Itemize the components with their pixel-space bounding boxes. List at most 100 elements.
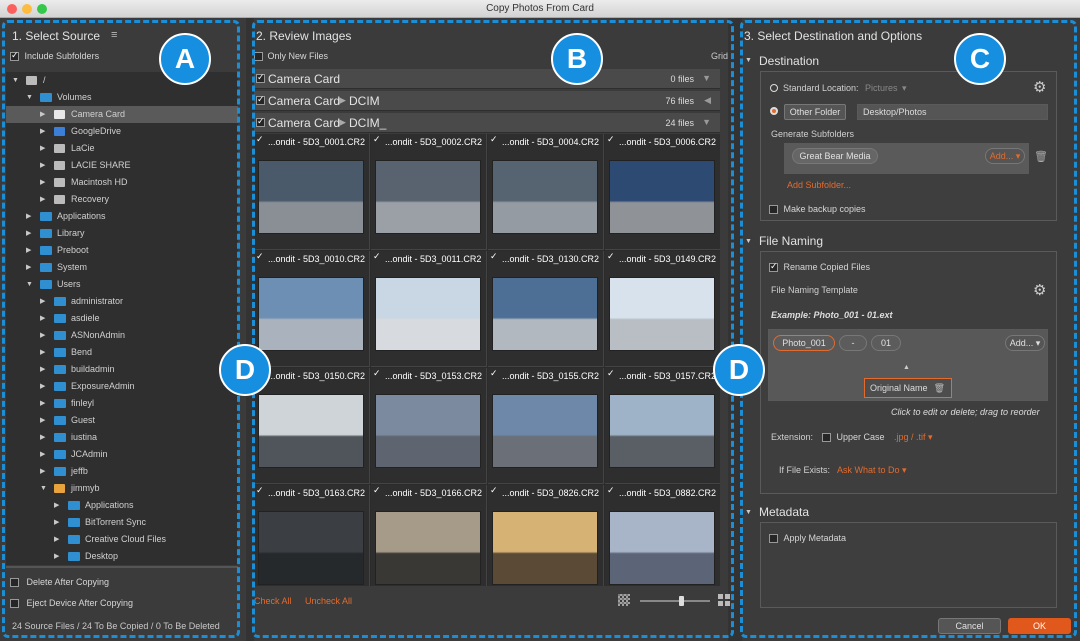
image-thumbnail[interactable]	[375, 394, 481, 468]
group-toggle-icon[interactable]: ◀	[704, 95, 711, 106]
tree-item[interactable]: ▶ Guest	[6, 412, 238, 429]
subfolder-add-button[interactable]: Add... ▾	[985, 148, 1025, 164]
image-cell[interactable]: ...ondit - 5D3_0002.CR2	[371, 134, 487, 250]
disclosure-closed-icon[interactable]: ▶	[40, 446, 45, 463]
tree-item[interactable]: ▶ Library	[6, 225, 238, 242]
image-checkbox[interactable]	[373, 485, 382, 497]
image-cell[interactable]: ...ondit - 5D3_0150.CR2	[254, 368, 370, 484]
destination-path-field[interactable]: Desktop/Photos	[857, 104, 1048, 120]
standard-location-radio[interactable]	[770, 84, 778, 92]
group-header[interactable]: Camera Card▶DCIM 76 files ◀	[254, 91, 720, 111]
image-thumbnail[interactable]	[492, 394, 598, 468]
include-subfolders-option[interactable]: Include Subfolders	[10, 50, 99, 62]
image-checkbox[interactable]	[490, 368, 499, 380]
tree-item[interactable]: ▶ ASNonAdmin	[6, 327, 238, 344]
image-checkbox[interactable]	[256, 251, 265, 263]
group-toggle-icon[interactable]: ▼	[702, 73, 711, 83]
minimize-window-button[interactable]	[22, 4, 32, 14]
gear-icon[interactable]: ⚙	[1033, 78, 1046, 96]
only-new-files-option[interactable]: Only New Files	[254, 51, 328, 62]
image-thumbnail[interactable]	[375, 277, 481, 351]
tree-item[interactable]: ▶ BitTorrent Sync	[6, 514, 238, 531]
tree-item[interactable]: ▼ Users	[6, 276, 238, 293]
disclosure-closed-icon[interactable]: ▶	[26, 208, 31, 225]
image-checkbox[interactable]	[607, 251, 616, 263]
image-checkbox[interactable]	[373, 134, 382, 146]
add-subfolder-link[interactable]: Add Subfolder...	[787, 180, 851, 190]
image-checkbox[interactable]	[607, 134, 616, 146]
rename-checkbox[interactable]	[769, 261, 778, 273]
image-thumbnail[interactable]	[492, 277, 598, 351]
token-photo[interactable]: Photo_001	[773, 335, 835, 351]
panel-divider-left[interactable]	[246, 18, 254, 641]
check-all-link[interactable]: Check All	[254, 596, 292, 606]
disclosure-closed-icon[interactable]: ▶	[40, 191, 45, 208]
image-thumbnail[interactable]	[258, 394, 364, 468]
tree-item[interactable]: ▶ Creative Cloud Files	[6, 531, 238, 548]
tree-item[interactable]: ▶ LaCie	[6, 140, 238, 157]
image-cell[interactable]: ...ondit - 5D3_0153.CR2	[371, 368, 487, 484]
image-thumbnail[interactable]	[609, 277, 715, 351]
backup-option[interactable]: Make backup copies	[769, 204, 866, 215]
disclosure-closed-icon[interactable]: ▶	[40, 344, 45, 361]
delete-token-icon[interactable]: 🗑	[934, 379, 945, 397]
group-checkbox[interactable]	[256, 116, 265, 127]
tree-item[interactable]: ▶ buildadmin	[6, 361, 238, 378]
image-checkbox[interactable]	[256, 134, 265, 146]
disclosure-closed-icon[interactable]: ▶	[40, 327, 45, 344]
grid-small-icon[interactable]	[618, 594, 630, 606]
group-toggle-icon[interactable]: ▼	[702, 117, 711, 127]
tree-item[interactable]: ▶ JCAdmin	[6, 446, 238, 463]
token-separator[interactable]: -	[839, 335, 867, 351]
other-folder-radio[interactable]	[770, 107, 778, 115]
tree-item[interactable]: ▶ LACIE SHARE	[6, 157, 238, 174]
grid-large-icon[interactable]	[718, 594, 731, 607]
disclosure-closed-icon[interactable]: ▶	[40, 463, 45, 480]
group-header[interactable]: Camera Card▶DCIM_ 24 files ▼	[254, 113, 720, 133]
image-thumbnail[interactable]	[375, 160, 481, 234]
disclosure-closed-icon[interactable]: ▶	[54, 497, 59, 514]
metadata-collapse-icon[interactable]: ▼	[745, 509, 752, 516]
disclosure-open-icon[interactable]: ▼	[12, 72, 19, 89]
group-checkbox[interactable]	[256, 94, 265, 105]
close-window-button[interactable]	[7, 4, 17, 14]
other-folder-button[interactable]: Other Folder	[784, 104, 846, 120]
menu-icon[interactable]: ≡	[111, 29, 117, 41]
tree-item[interactable]: ▶ administrator	[6, 293, 238, 310]
delete-after-checkbox[interactable]	[10, 578, 19, 588]
tree-item[interactable]: ▼ jimmyb	[6, 480, 238, 497]
image-thumbnail[interactable]	[492, 511, 598, 585]
tree-item[interactable]: ▶ finleyl	[6, 395, 238, 412]
view-mode-label[interactable]: Grid	[711, 51, 728, 61]
disclosure-closed-icon[interactable]: ▶	[54, 514, 59, 531]
image-checkbox[interactable]	[490, 485, 499, 497]
disclosure-closed-icon[interactable]: ▶	[40, 106, 45, 123]
apply-metadata-checkbox[interactable]	[769, 534, 778, 544]
group-checkbox[interactable]	[256, 72, 265, 83]
disclosure-closed-icon[interactable]: ▶	[26, 242, 31, 259]
extension-select[interactable]: .jpg / .tif ▾	[894, 432, 933, 443]
trash-icon[interactable]: 🗑	[1034, 150, 1048, 163]
disclosure-closed-icon[interactable]: ▶	[26, 259, 31, 276]
tree-item[interactable]: ▶ Applications	[6, 497, 238, 514]
template-gear-icon[interactable]: ⚙	[1033, 281, 1046, 299]
backup-checkbox[interactable]	[769, 205, 778, 215]
tree-item[interactable]: ▶ Preboot	[6, 242, 238, 259]
tree-item[interactable]: ▶ Applications	[6, 208, 238, 225]
tree-item[interactable]: ▶ ExposureAdmin	[6, 378, 238, 395]
disclosure-closed-icon[interactable]: ▶	[26, 225, 31, 242]
include-subfolders-checkbox[interactable]	[10, 50, 19, 62]
ok-button[interactable]: OK	[1008, 618, 1071, 634]
image-cell[interactable]: ...ondit - 5D3_0011.CR2	[371, 251, 487, 367]
image-checkbox[interactable]	[373, 251, 382, 263]
zoom-slider-handle[interactable]	[678, 596, 684, 606]
tree-item[interactable]: ▶ Camera Card	[6, 106, 238, 123]
tree-item[interactable]: ▶ Bend	[6, 344, 238, 361]
apply-metadata-option[interactable]: Apply Metadata	[769, 533, 846, 544]
image-cell[interactable]: ...ondit - 5D3_0157.CR2	[605, 368, 720, 484]
image-cell[interactable]: ...ondit - 5D3_0826.CR2	[488, 485, 604, 586]
image-checkbox[interactable]	[607, 485, 616, 497]
tree-item[interactable]: ▶ iustina	[6, 429, 238, 446]
cancel-button[interactable]: Cancel	[938, 618, 1001, 634]
disclosure-closed-icon[interactable]: ▶	[40, 123, 45, 140]
